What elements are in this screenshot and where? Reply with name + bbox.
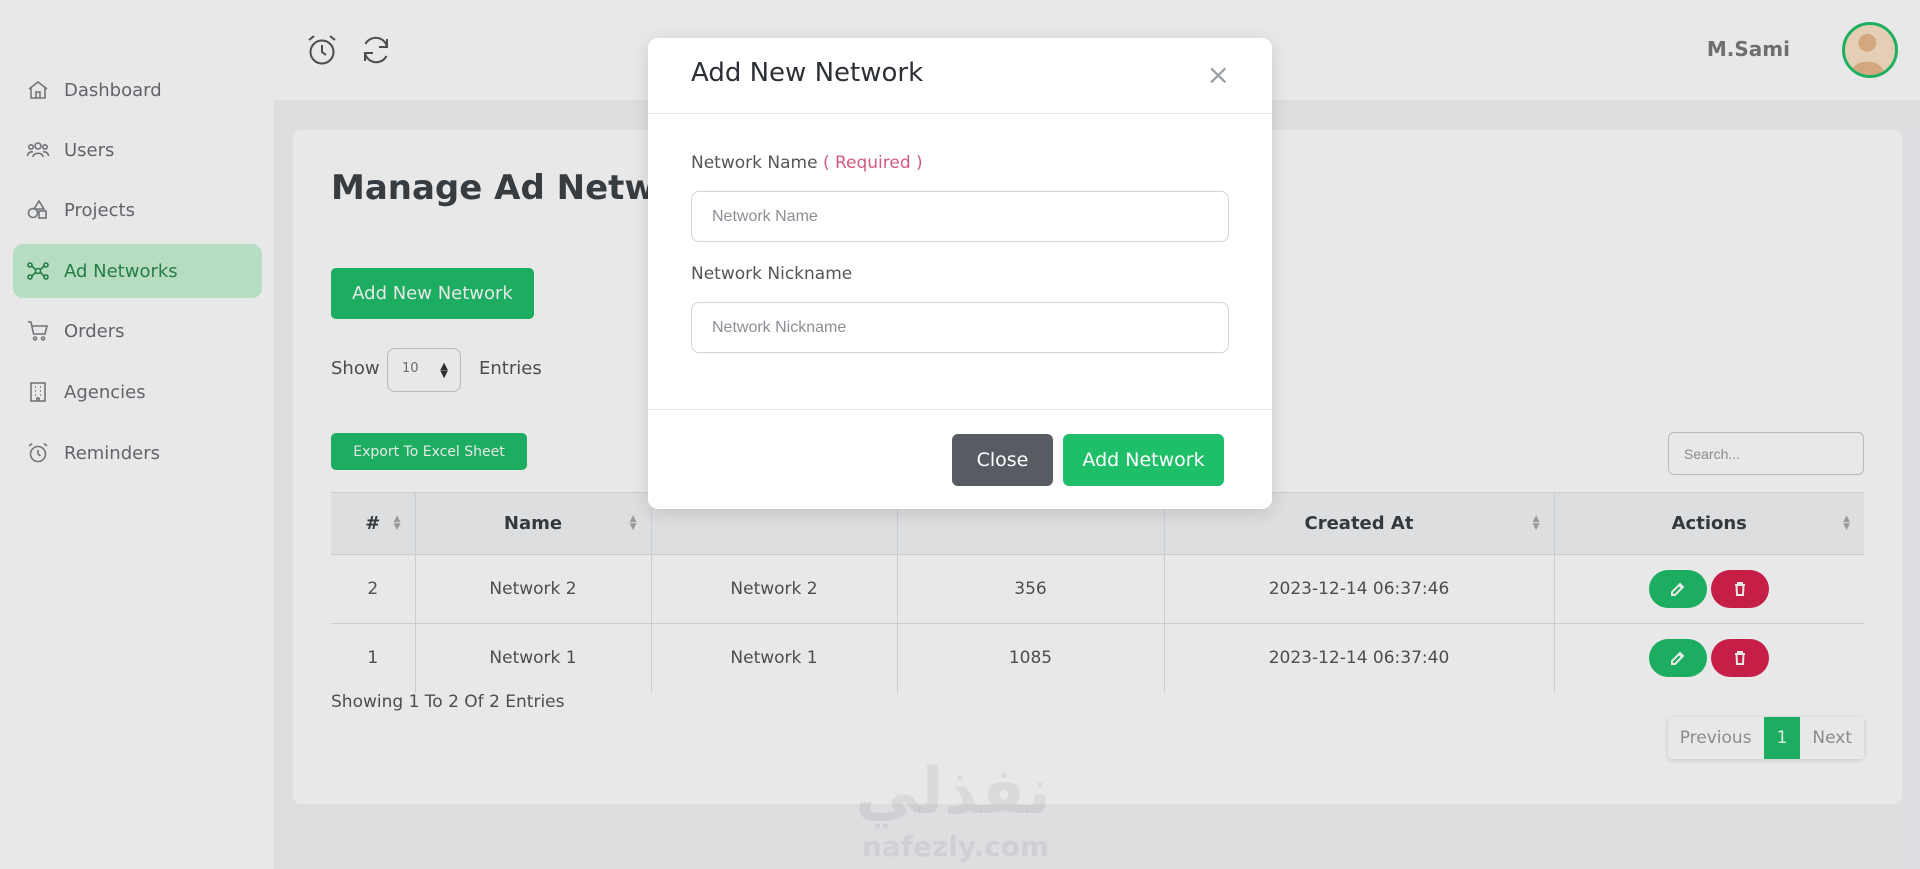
network-nickname-label: Network Nickname [691, 264, 853, 284]
network-nickname-input[interactable] [691, 302, 1229, 353]
network-name-input[interactable] [691, 191, 1229, 242]
network-name-label: Network Name ( Required ) [691, 153, 923, 173]
modal-divider [648, 409, 1272, 410]
close-icon[interactable]: × [1207, 58, 1230, 91]
add-network-button[interactable]: Add Network [1063, 434, 1224, 486]
add-network-modal: Add New Network × Network Name ( Require… [648, 38, 1272, 509]
close-button[interactable]: Close [952, 434, 1053, 486]
required-marker: ( Required ) [822, 153, 923, 173]
modal-divider [648, 113, 1272, 114]
modal-title: Add New Network [691, 58, 924, 88]
